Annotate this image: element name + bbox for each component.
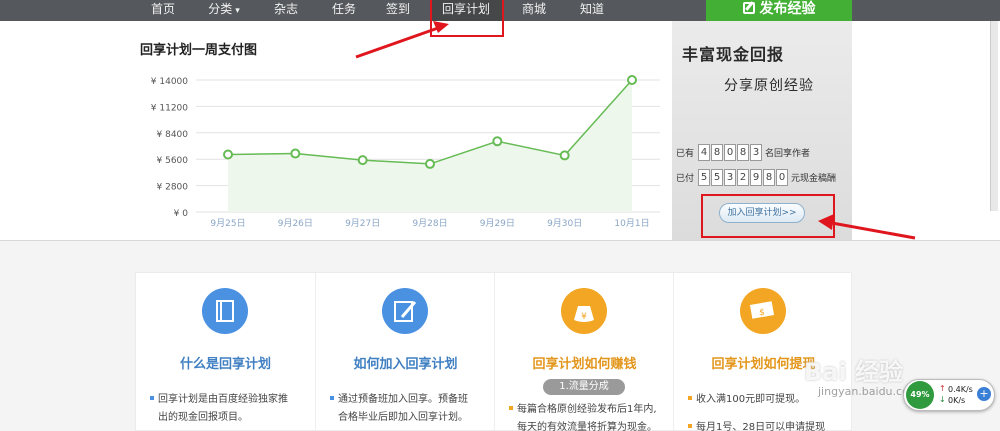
network-speed-widget[interactable]: 49% ↑ ↓ 0.4K/s 0K/s + (903, 379, 995, 411)
annotation-arrow-head (818, 214, 834, 230)
upload-speed: 0.4K/s (948, 385, 973, 394)
annotation-arrow-line (355, 26, 439, 59)
plus-icon[interactable]: + (977, 387, 991, 401)
annotation-arrow-line (831, 221, 916, 240)
download-speed: 0K/s (948, 396, 966, 405)
cpu-percent-gauge: 49% (906, 381, 934, 409)
download-arrow-icon: ↓ (939, 395, 946, 404)
annotation-arrow-head (433, 21, 449, 33)
upload-arrow-icon: ↑ (939, 384, 946, 393)
baidu-jingyan-watermark: Bai 经验 (804, 358, 904, 386)
